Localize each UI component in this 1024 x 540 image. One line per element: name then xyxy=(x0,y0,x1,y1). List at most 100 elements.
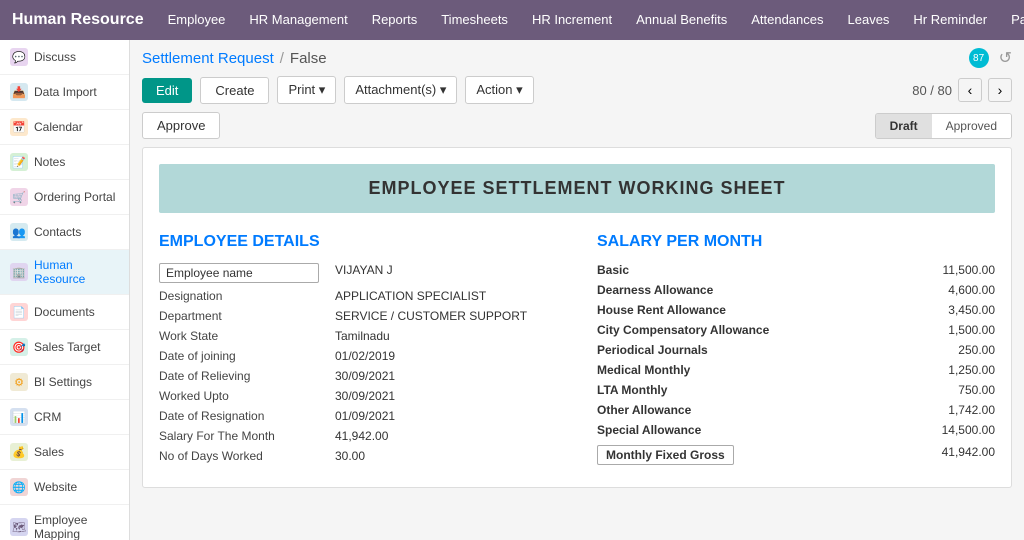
sidebar-label-contacts: Contacts xyxy=(34,225,81,239)
field-department: Department SERVICE / CUSTOMER SUPPORT xyxy=(159,309,557,323)
field-date-joining: Date of joining 01/02/2019 xyxy=(159,349,557,363)
date-joining-label: Date of joining xyxy=(159,349,319,363)
status-tab-approved[interactable]: Approved xyxy=(932,114,1011,138)
field-date-resignation: Date of Resignation 01/09/2021 xyxy=(159,409,557,423)
approve-button[interactable]: Approve xyxy=(142,112,220,139)
top-right-icons: 87 ↺ xyxy=(969,48,1012,68)
attachment-button[interactable]: Attachment(s) ▾ xyxy=(344,76,457,104)
sidebar-item-employee-mapping[interactable]: 🗺 Employee Mapping xyxy=(0,505,129,540)
prev-page-button[interactable]: ‹ xyxy=(958,78,982,102)
notification-badge[interactable]: 87 xyxy=(969,48,989,68)
designation-label: Designation xyxy=(159,289,319,303)
ordering-portal-icon: 🛒 xyxy=(10,188,28,206)
salary-monthly-fixed-gross: Monthly Fixed Gross 41,942.00 xyxy=(597,445,995,465)
employee-mapping-icon: 🗺 xyxy=(10,518,28,536)
print-button[interactable]: Print ▾ xyxy=(277,76,336,104)
date-relieving-value: 30/09/2021 xyxy=(335,369,395,383)
crm-icon: 📊 xyxy=(10,408,28,426)
salary-month-label: Salary For The Month xyxy=(159,429,319,443)
sidebar-item-crm[interactable]: 📊 CRM xyxy=(0,400,129,435)
salary-medical: Medical Monthly 1,250.00 xyxy=(597,363,995,377)
salary-cca: City Compensatory Allowance 1,500.00 xyxy=(597,323,995,337)
edit-button[interactable]: Edit xyxy=(142,78,192,103)
main-layout: 💬 Discuss 📥 Data Import 📅 Calendar 📝 Not… xyxy=(0,40,1024,540)
action-button[interactable]: Action ▾ xyxy=(465,76,533,104)
nav-hr-reminder[interactable]: Hr Reminder xyxy=(909,10,991,31)
sales-icon: 💰 xyxy=(10,443,28,461)
salary-da: Dearness Allowance 4,600.00 xyxy=(597,283,995,297)
sidebar-item-documents[interactable]: 📄 Documents xyxy=(0,295,129,330)
salary-special: Special Allowance 14,500.00 xyxy=(597,423,995,437)
website-icon: 🌐 xyxy=(10,478,28,496)
sidebar-item-calendar[interactable]: 📅 Calendar xyxy=(0,110,129,145)
breadcrumb-main[interactable]: Settlement Request xyxy=(142,50,274,67)
salary-hra: House Rent Allowance 3,450.00 xyxy=(597,303,995,317)
sidebar-item-sales[interactable]: 💰 Sales xyxy=(0,435,129,470)
sidebar-label-crm: CRM xyxy=(34,410,61,424)
salary-month-value: 41,942.00 xyxy=(335,429,388,443)
brand-logo: Human Resource xyxy=(12,11,144,29)
salary-section: SALARY PER MONTH Basic 11,500.00 Dearnes… xyxy=(597,233,995,471)
nav-reports[interactable]: Reports xyxy=(368,10,422,31)
toolbar-row: Settlement Request / False 87 ↺ xyxy=(142,48,1012,68)
sidebar-item-website[interactable]: 🌐 Website xyxy=(0,470,129,505)
sidebar-item-ordering-portal[interactable]: 🛒 Ordering Portal xyxy=(0,180,129,215)
sidebar-item-sales-target[interactable]: 🎯 Sales Target xyxy=(0,330,129,365)
calendar-icon: 📅 xyxy=(10,118,28,136)
sidebar-item-contacts[interactable]: 👥 Contacts xyxy=(0,215,129,250)
salary-periodical: Periodical Journals 250.00 xyxy=(597,343,995,357)
refresh-icon[interactable]: ↺ xyxy=(999,48,1012,68)
sidebar-item-human-resource[interactable]: 🏢 Human Resource xyxy=(0,250,129,295)
create-button[interactable]: Create xyxy=(200,77,269,104)
data-import-icon: 📥 xyxy=(10,83,28,101)
field-date-relieving: Date of Relieving 30/09/2021 xyxy=(159,369,557,383)
salary-other: Other Allowance 1,742.00 xyxy=(597,403,995,417)
nav-attendances[interactable]: Attendances xyxy=(747,10,827,31)
sidebar-item-bi-settings[interactable]: ⚙ BI Settings xyxy=(0,365,129,400)
department-label: Department xyxy=(159,309,319,323)
documents-icon: 📄 xyxy=(10,303,28,321)
status-tab-draft[interactable]: Draft xyxy=(876,114,932,138)
sidebar-label-human-resource: Human Resource xyxy=(34,258,119,286)
nav-timesheets[interactable]: Timesheets xyxy=(437,10,512,31)
document-title: EMPLOYEE SETTLEMENT WORKING SHEET xyxy=(159,164,995,213)
sidebar-item-discuss[interactable]: 💬 Discuss xyxy=(0,40,129,75)
designation-value: APPLICATION SPECIALIST xyxy=(335,289,486,303)
content-area: Settlement Request / False 87 ↺ Edit Cre… xyxy=(130,40,1024,540)
sales-target-icon: 🎯 xyxy=(10,338,28,356)
nav-employee[interactable]: Employee xyxy=(164,10,230,31)
date-resignation-value: 01/09/2021 xyxy=(335,409,395,423)
employee-name-label: Employee name xyxy=(159,263,319,283)
sidebar-label-bi-settings: BI Settings xyxy=(34,375,92,389)
bi-settings-icon: ⚙ xyxy=(10,373,28,391)
top-navigation: Human Resource Employee HR Management Re… xyxy=(0,0,1024,40)
breadcrumb-current: False xyxy=(290,50,327,67)
action-bar: Edit Create Print ▾ Attachment(s) ▾ Acti… xyxy=(142,76,1012,104)
sidebar-label-data-import: Data Import xyxy=(34,85,97,99)
employee-details-title: EMPLOYEE DETAILS xyxy=(159,233,557,251)
sidebar-item-notes[interactable]: 📝 Notes xyxy=(0,145,129,180)
worked-upto-value: 30/09/2021 xyxy=(335,389,395,403)
date-resignation-label: Date of Resignation xyxy=(159,409,319,423)
date-joining-value: 01/02/2019 xyxy=(335,349,395,363)
discuss-icon: 💬 xyxy=(10,48,28,66)
nav-annual-benefits[interactable]: Annual Benefits xyxy=(632,10,731,31)
nav-hr-increment[interactable]: HR Increment xyxy=(528,10,616,31)
department-value: SERVICE / CUSTOMER SUPPORT xyxy=(335,309,527,323)
sidebar-label-employee-mapping: Employee Mapping xyxy=(34,513,119,540)
status-bar: Approve Draft Approved xyxy=(142,112,1012,139)
pagination-text: 80 / 80 xyxy=(912,83,952,98)
salary-lta: LTA Monthly 750.00 xyxy=(597,383,995,397)
sidebar-item-data-import[interactable]: 📥 Data Import xyxy=(0,75,129,110)
nav-hr-management[interactable]: HR Management xyxy=(245,10,351,31)
pagination: 80 / 80 ‹ › xyxy=(912,78,1012,102)
nav-payroll[interactable]: Payroll xyxy=(1007,10,1024,31)
date-relieving-label: Date of Relieving xyxy=(159,369,319,383)
sidebar-label-sales: Sales xyxy=(34,445,64,459)
next-page-button[interactable]: › xyxy=(988,78,1012,102)
nav-leaves[interactable]: Leaves xyxy=(844,10,894,31)
work-state-value: Tamilnadu xyxy=(335,329,390,343)
monthly-fixed-gross-label: Monthly Fixed Gross xyxy=(597,445,734,465)
breadcrumb: Settlement Request / False xyxy=(142,50,327,67)
salary-title: SALARY PER MONTH xyxy=(597,233,995,251)
